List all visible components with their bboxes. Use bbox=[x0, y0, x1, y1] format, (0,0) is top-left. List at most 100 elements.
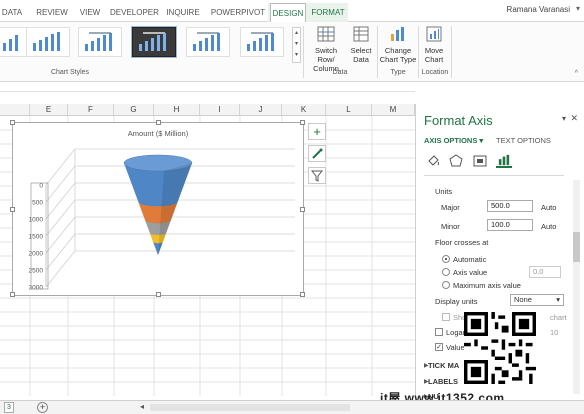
move-chart-label: Move Chart bbox=[424, 46, 444, 64]
switch-row-column-button[interactable]: Switch Row/ Column bbox=[306, 26, 346, 73]
show-units-checkbox[interactable] bbox=[442, 313, 450, 321]
sheet-tab-bar: 3 + ◂ bbox=[0, 400, 584, 414]
radio-axis-value[interactable] bbox=[442, 268, 450, 276]
effects-icon[interactable] bbox=[448, 154, 464, 168]
tab-format[interactable]: FORMAT bbox=[308, 3, 348, 22]
tab-developer[interactable]: DEVELOPER bbox=[110, 3, 159, 22]
switch-row-column-icon bbox=[317, 26, 335, 42]
chart-styles-button[interactable] bbox=[308, 145, 326, 162]
radio-max-axis-value[interactable] bbox=[442, 281, 450, 289]
group-label-data: Data bbox=[332, 69, 348, 76]
ribbon: ▴ ▾ ▾ Chart Styles Switch Row/ Column Sele… bbox=[0, 22, 584, 82]
axis-value-input[interactable]: 0.0 bbox=[529, 266, 561, 278]
chart-style-4[interactable] bbox=[131, 26, 177, 58]
chart-elements-button[interactable]: + bbox=[308, 123, 326, 140]
resize-handle[interactable] bbox=[300, 120, 305, 125]
column-header-l[interactable]: L bbox=[326, 104, 372, 116]
radio-automatic[interactable] bbox=[442, 255, 450, 263]
resize-handle[interactable] bbox=[156, 292, 161, 297]
gallery-scroll[interactable]: ▴ ▾ ▾ bbox=[292, 27, 301, 63]
radio-max-axis-value-label[interactable]: Maximum axis value bbox=[453, 281, 521, 290]
pane-options-icon[interactable]: ▾ bbox=[562, 114, 566, 123]
close-icon[interactable]: ✕ bbox=[570, 113, 578, 124]
section-labels[interactable]: LABELS bbox=[428, 377, 458, 386]
select-data-icon bbox=[353, 26, 369, 42]
units-heading: Units bbox=[435, 187, 453, 196]
column-header-h[interactable]: H bbox=[154, 104, 200, 116]
qr-code-image bbox=[464, 312, 536, 384]
values-reverse-checkbox[interactable]: ✓ bbox=[435, 343, 443, 351]
sheet-tab-partial[interactable]: 3 bbox=[4, 402, 14, 413]
chart-style-6[interactable] bbox=[240, 27, 284, 57]
collapse-ribbon-icon[interactable]: ^ bbox=[575, 70, 578, 77]
divider bbox=[377, 26, 378, 78]
pane-scrollbar[interactable] bbox=[573, 180, 580, 394]
gridline bbox=[45, 199, 76, 237]
radio-axis-value-label[interactable]: Axis value bbox=[453, 268, 487, 277]
y-tick-label: 0 bbox=[39, 183, 43, 190]
tab-text-options[interactable]: TEXT OPTIONS bbox=[496, 136, 551, 145]
display-units-select[interactable]: None ▾ bbox=[510, 294, 564, 306]
column-header-f[interactable]: F bbox=[68, 104, 114, 116]
chart-style-3[interactable] bbox=[78, 27, 122, 57]
resize-handle[interactable] bbox=[10, 292, 15, 297]
gridline bbox=[45, 216, 76, 254]
chevron-down-icon[interactable]: ▾ bbox=[576, 4, 580, 13]
chevron-down-icon: ▾ bbox=[556, 295, 560, 304]
display-units-label: Display units bbox=[435, 297, 478, 306]
gridline bbox=[45, 182, 76, 220]
group-label-chart-styles: Chart Styles bbox=[50, 69, 90, 76]
y-tick-label: 500 bbox=[32, 200, 43, 207]
resize-handle[interactable] bbox=[300, 292, 305, 297]
chart-filters-button[interactable] bbox=[308, 167, 326, 184]
tab-axis-options[interactable]: AXIS OPTIONS ▾ bbox=[424, 136, 483, 145]
chart-plot[interactable]: 050010001500200025003000 bbox=[13, 123, 305, 297]
gridline bbox=[45, 233, 76, 271]
column-header-g[interactable]: G bbox=[114, 104, 154, 116]
column-header-m[interactable]: M bbox=[372, 104, 415, 116]
column-header-j[interactable]: J bbox=[240, 104, 282, 116]
scroll-left-icon[interactable]: ◂ bbox=[140, 402, 144, 411]
chart-area[interactable]: Amount ($ Million) 0 500 1000 1500 2000 2500 3… bbox=[10, 120, 305, 297]
resize-handle[interactable] bbox=[10, 120, 15, 125]
change-chart-type-button[interactable]: Change Chart Type bbox=[379, 26, 417, 64]
tab-view[interactable]: VIEW bbox=[76, 3, 104, 22]
axis-options-icon[interactable] bbox=[496, 154, 512, 168]
radio-automatic-label[interactable]: Automatic bbox=[453, 255, 486, 264]
pane-scroll-thumb[interactable] bbox=[573, 232, 580, 262]
user-name[interactable]: Ramana Varanasi bbox=[507, 5, 570, 14]
column-header-i[interactable]: I bbox=[200, 104, 240, 116]
minor-unit-input[interactable]: 100.0 bbox=[487, 219, 533, 231]
fill-line-icon[interactable] bbox=[426, 154, 442, 168]
major-auto-button[interactable]: Auto bbox=[541, 203, 556, 212]
horizontal-scrollbar[interactable] bbox=[150, 404, 350, 411]
select-data-button[interactable]: Select Data bbox=[348, 26, 374, 64]
log-scale-checkbox[interactable] bbox=[435, 328, 443, 336]
add-sheet-button[interactable]: + bbox=[37, 402, 48, 413]
tab-inquire[interactable]: INQUIRE bbox=[164, 3, 202, 22]
divider bbox=[303, 26, 304, 78]
tab-powerpivot[interactable]: POWERPIVOT bbox=[210, 3, 266, 22]
minor-auto-button[interactable]: Auto bbox=[541, 222, 556, 231]
change-chart-type-label: Change Chart Type bbox=[379, 46, 417, 64]
display-units-value: None bbox=[514, 295, 532, 304]
size-properties-icon[interactable] bbox=[472, 154, 488, 168]
tab-design[interactable]: DESIGN bbox=[270, 3, 306, 23]
values-reverse-label: Value bbox=[446, 343, 465, 352]
resize-handle[interactable] bbox=[156, 120, 161, 125]
column-header-k[interactable]: K bbox=[282, 104, 326, 116]
resize-handle[interactable] bbox=[300, 207, 305, 212]
move-chart-button[interactable]: Move Chart bbox=[420, 26, 448, 64]
major-unit-input[interactable]: 500.0 bbox=[487, 200, 533, 212]
chart-style-5[interactable] bbox=[186, 27, 230, 57]
chart-style-2[interactable] bbox=[26, 27, 70, 57]
column-header-e[interactable]: E bbox=[30, 104, 68, 116]
floor-crosses-heading: Floor crosses at bbox=[435, 238, 489, 247]
filter-icon bbox=[310, 170, 324, 182]
resize-handle[interactable] bbox=[10, 207, 15, 212]
divider bbox=[424, 175, 564, 176]
log-base-value[interactable]: 10 bbox=[550, 328, 558, 337]
tab-data[interactable]: DATA bbox=[0, 3, 24, 22]
section-tick-marks[interactable]: TICK MA bbox=[428, 361, 459, 370]
tab-review[interactable]: REVIEW bbox=[32, 3, 72, 22]
